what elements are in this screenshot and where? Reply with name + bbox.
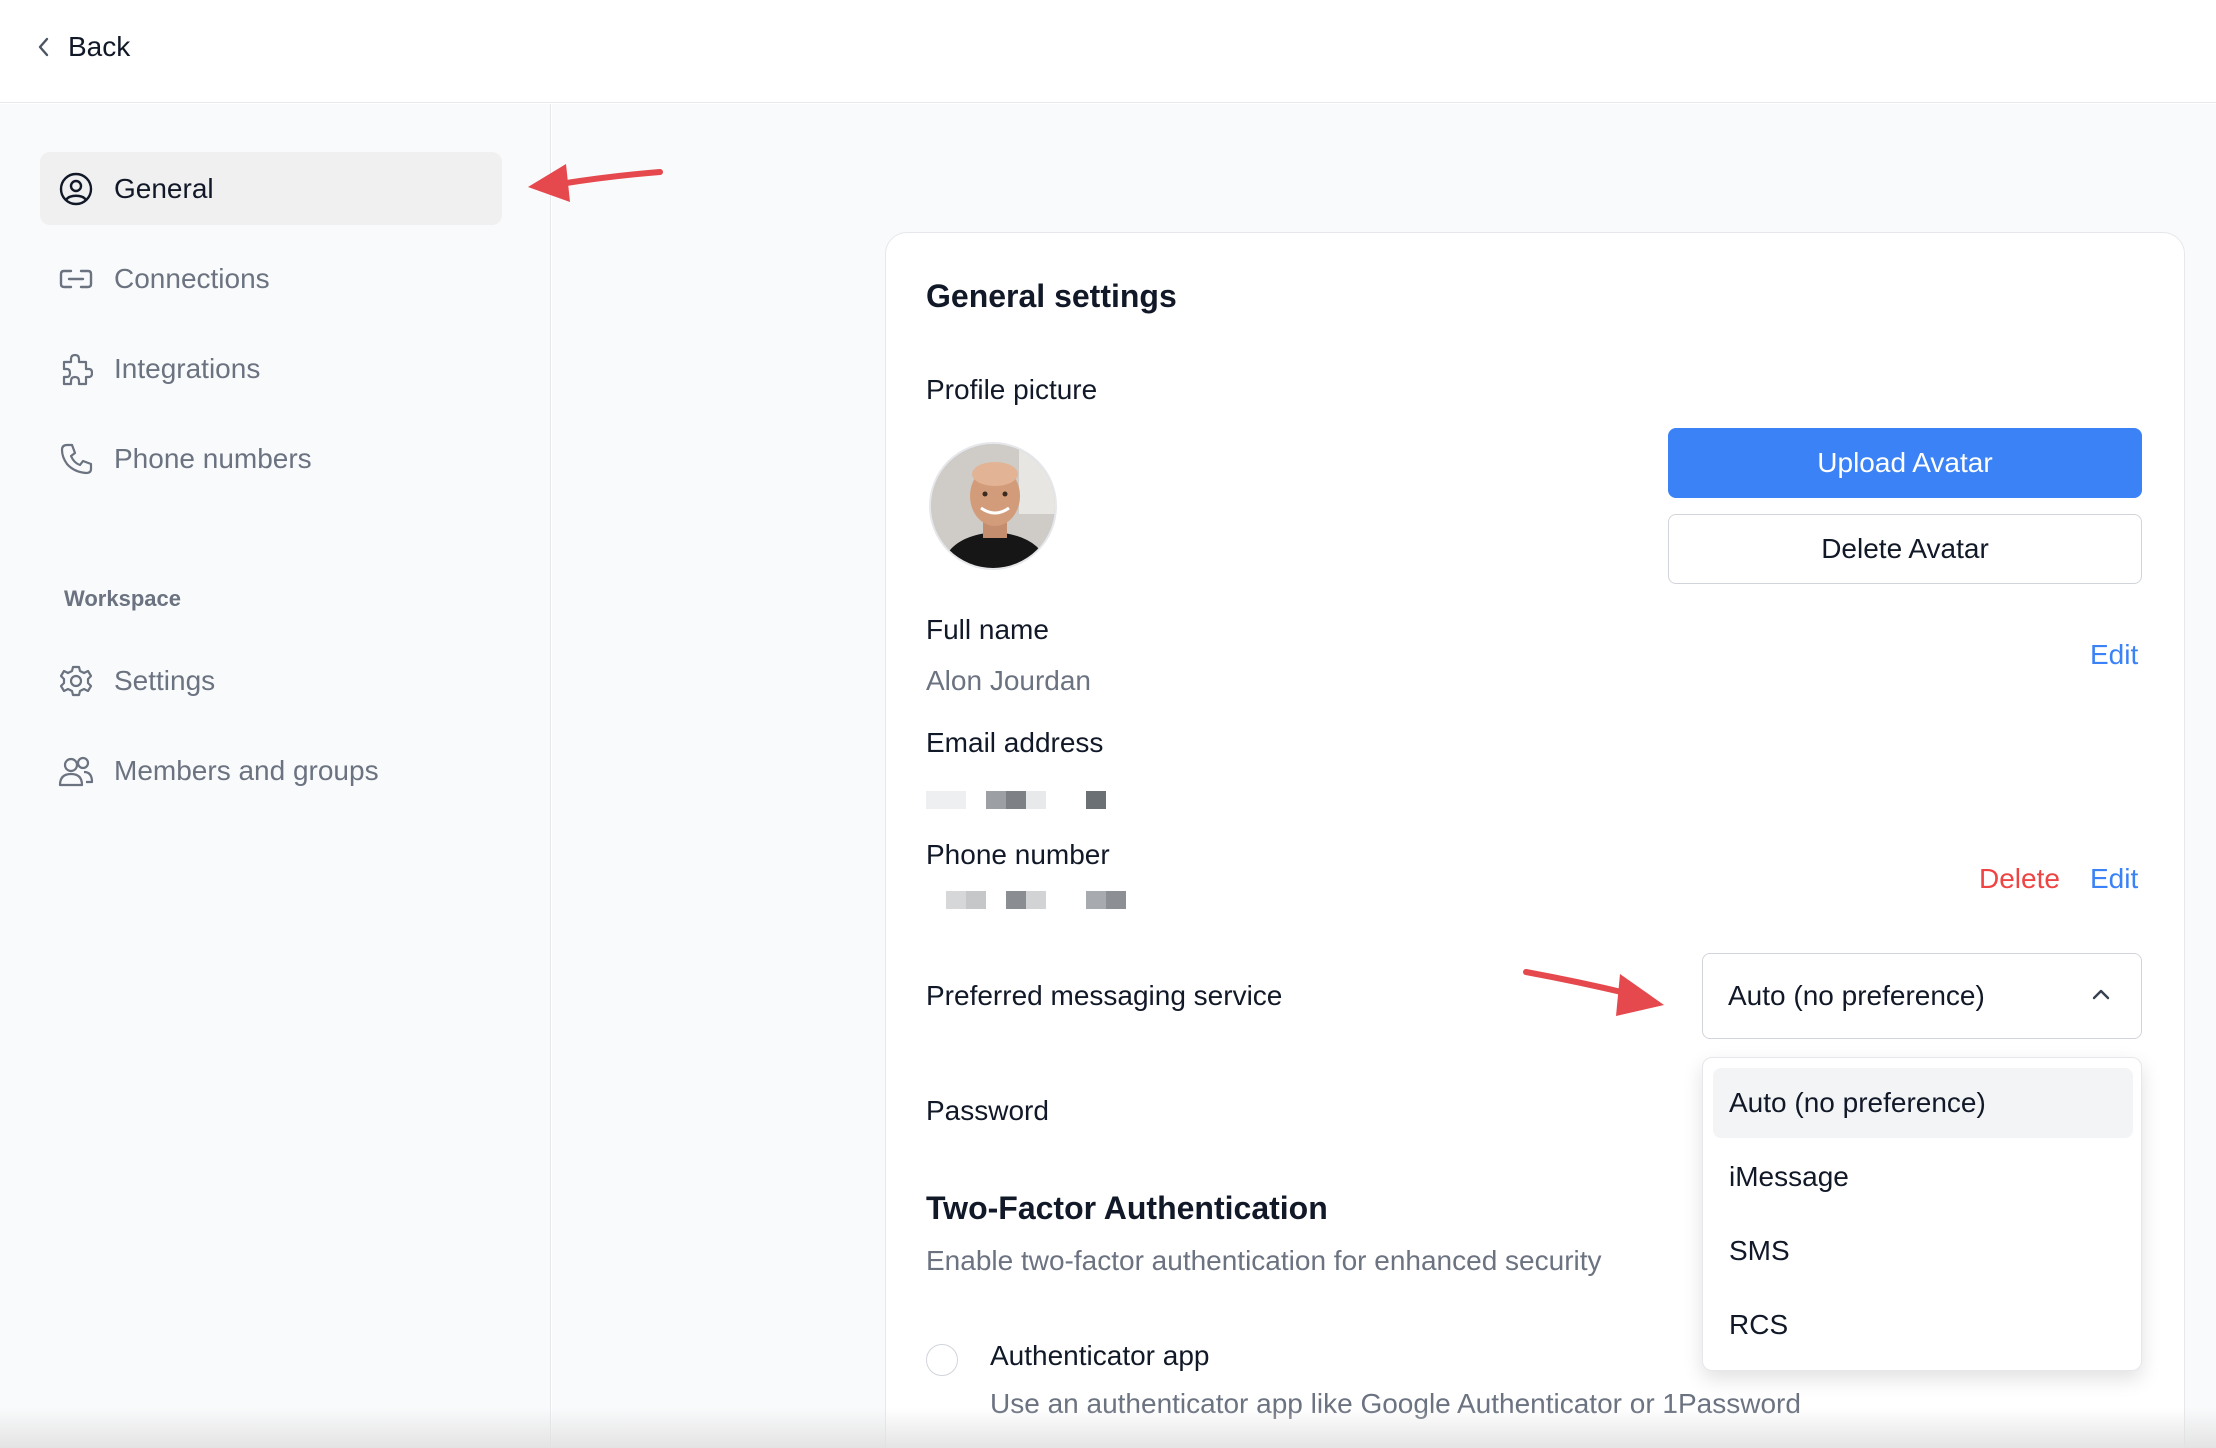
full-name-value: Alon Jourdan <box>926 665 1092 696</box>
dropdown-option-sms[interactable]: SMS <box>1713 1216 2133 1286</box>
chevron-up-icon <box>2092 989 2110 1000</box>
workspace-section-label: Workspace <box>64 586 181 611</box>
email-address-label: Email address <box>926 727 1104 758</box>
link-icon <box>58 261 94 297</box>
sidebar-item-label: Members and groups <box>114 754 379 786</box>
phone-edit-link[interactable]: Edit <box>2090 863 2138 895</box>
authenticator-app-title: Authenticator app <box>990 1340 1210 1371</box>
sidebar-item-label: General <box>114 172 214 204</box>
dropdown-option-rcs[interactable]: RCS <box>1713 1290 2133 1360</box>
back-label: Back <box>68 31 131 62</box>
two-factor-title: Two-Factor Authentication <box>926 1190 1328 1226</box>
users-icon <box>58 753 94 789</box>
sidebar: General Connections Integrations Phone n… <box>0 104 551 1448</box>
puzzle-icon <box>58 351 94 387</box>
phone-delete-link[interactable]: Delete <box>1979 863 2060 895</box>
messaging-service-label: Preferred messaging service <box>926 980 1283 1011</box>
gear-icon <box>58 663 94 699</box>
delete-avatar-button[interactable]: Delete Avatar <box>1668 514 2142 584</box>
sidebar-item-label: Connections <box>114 262 270 294</box>
messaging-service-select[interactable]: Auto (no preference) <box>1702 953 2142 1039</box>
upload-avatar-button[interactable]: Upload Avatar <box>1668 428 2142 498</box>
chevron-left-icon <box>38 37 49 57</box>
sidebar-item-label: Phone numbers <box>114 442 312 474</box>
sidebar-item-label: Settings <box>114 664 216 696</box>
full-name-label: Full name <box>926 614 1049 645</box>
dropdown-option-imessage[interactable]: iMessage <box>1713 1142 2133 1212</box>
phone-icon <box>58 441 94 477</box>
sidebar-item-connections[interactable]: Connections <box>40 242 502 315</box>
sidebar-item-settings[interactable]: Settings <box>40 644 502 717</box>
top-bar: Back <box>0 0 2216 103</box>
profile-picture-label: Profile picture <box>926 374 1098 405</box>
back-button[interactable]: Back <box>36 27 130 67</box>
phone-number-label: Phone number <box>926 839 1110 870</box>
sidebar-item-label: Integrations <box>114 352 261 384</box>
sidebar-item-phone-numbers[interactable]: Phone numbers <box>40 422 502 495</box>
password-label: Password <box>926 1095 1049 1126</box>
authenticator-app-radio[interactable] <box>926 1344 958 1376</box>
avatar <box>929 442 1057 570</box>
messaging-service-dropdown: Auto (no preference) iMessage SMS RCS <box>1702 1057 2142 1371</box>
dropdown-option-auto[interactable]: Auto (no preference) <box>1713 1068 2133 1138</box>
sidebar-item-members-and-groups[interactable]: Members and groups <box>40 734 502 807</box>
sidebar-item-general[interactable]: General <box>40 152 502 225</box>
full-name-edit-link[interactable]: Edit <box>2090 639 2138 671</box>
user-circle-icon <box>58 171 94 207</box>
sidebar-item-integrations[interactable]: Integrations <box>40 332 502 405</box>
authenticator-app-description: Use an authenticator app like Google Aut… <box>990 1388 1801 1419</box>
page-title: General settings <box>926 278 1177 314</box>
two-factor-description: Enable two-factor authentication for enh… <box>926 1245 1602 1276</box>
messaging-service-selected-value: Auto (no preference) <box>1728 980 1985 1011</box>
